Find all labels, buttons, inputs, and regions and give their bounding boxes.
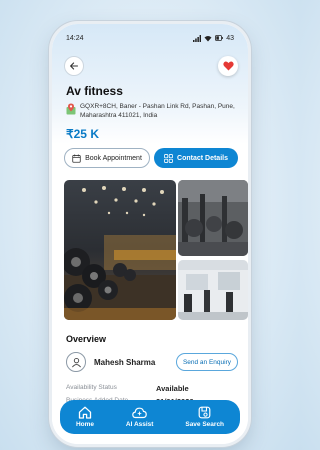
save-search-icon [198,406,211,419]
nav-save-search[interactable]: Save Search [185,406,224,428]
contact-details-label: Contact Details [177,154,228,162]
bottom-navigation: Home AI Assist Save Search [60,400,240,434]
nav-save-search-label: Save Search [185,421,225,428]
send-enquiry-button[interactable]: Send an Enquiry [175,353,238,371]
availability-status-value: Available [156,384,189,393]
ai-assist-icon [132,407,147,419]
listing-title: Av fitness [66,84,123,98]
owner-row: Mahesh Sharma Send an Enquiry [66,352,238,372]
listing-address: GQXR+8CH, Baner - Pashan Link Rd, Pashan… [80,103,235,119]
gallery-photo-main[interactable] [64,180,176,320]
battery-level: 43 [226,34,234,42]
map-pin-icon [66,103,76,115]
gym-machines-photo [178,180,248,256]
availability-status-label: Availability Status [66,384,117,391]
wifi-icon [204,35,212,41]
home-icon [78,406,92,419]
address-row: GQXR+8CH, Baner - Pashan Link Rd, Pashan… [66,102,238,120]
favorite-button[interactable] [218,56,238,76]
signal-icon [193,34,202,42]
photo-gallery [64,180,248,320]
nav-home[interactable]: Home [76,406,94,428]
heart-icon [222,61,234,71]
status-bar: 14:24 43 [52,32,248,44]
listing-price: ₹25 K [66,127,99,141]
gallery-photo-side-1[interactable] [178,180,248,256]
grid-icon [164,153,173,163]
book-appointment-button[interactable]: Book Appointment [64,148,150,168]
user-icon [71,357,81,367]
nav-ai-assist[interactable]: AI Assist [125,406,154,428]
app-screen: 14:24 43 Av fitness GQXR+8CH, Baner - Pa… [52,24,248,444]
book-appointment-label: Book Appointment [85,154,142,162]
overview-heading: Overview [66,334,107,344]
gym-dumbbells-photo [64,180,176,320]
arrow-left-icon [70,62,79,70]
contact-details-button[interactable]: Contact Details [154,148,238,168]
gym-interior-photo [178,260,248,320]
battery-icon [215,35,224,41]
calendar-icon [72,154,81,163]
status-icons: 43 [193,34,234,42]
back-button[interactable] [64,56,84,76]
owner-avatar [66,352,86,372]
detail-row: Availability Status Available [66,384,238,393]
action-buttons: Book Appointment Contact Details [64,148,238,168]
phone-frame: 14:24 43 Av fitness GQXR+8CH, Baner - Pa… [52,24,248,444]
gallery-photo-side-2[interactable] [178,260,248,320]
status-time: 14:24 [66,34,84,42]
nav-ai-assist-label: AI Assist [125,421,154,428]
nav-home-label: Home [75,421,94,428]
owner-name: Mahesh Sharma [94,357,156,367]
